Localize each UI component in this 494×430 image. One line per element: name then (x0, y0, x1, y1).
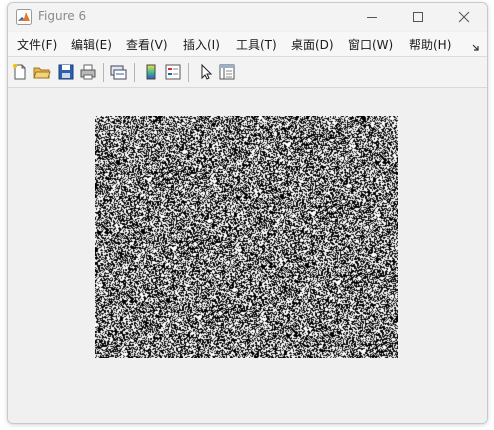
open-file-icon (33, 67, 51, 79)
print-icon (80, 64, 96, 80)
noise-image[interactable] (95, 116, 398, 358)
maximize-button[interactable] (395, 3, 441, 31)
minimize-icon (367, 17, 377, 18)
toolbar-separator (103, 63, 104, 82)
menu-desktop[interactable]: 桌面(D) (291, 36, 334, 53)
chevron-overflow-icon[interactable] (472, 39, 480, 58)
figure-window: Figure 6 文件(F) 编辑(E) 查看(V) 插入(I) 工具(T) 桌… (7, 2, 488, 424)
toolbar-separator (134, 63, 135, 82)
window-title: Figure 6 (38, 9, 87, 23)
figure-canvas[interactable] (8, 88, 487, 423)
figure-toolbar (8, 57, 487, 88)
minimize-button[interactable] (349, 3, 395, 31)
menu-tools[interactable]: 工具(T) (236, 36, 277, 53)
matlab-logo-icon (16, 9, 32, 25)
insert-colorbar-icon (146, 64, 156, 80)
close-button[interactable] (441, 3, 487, 31)
menu-insert[interactable]: 插入(I) (183, 36, 220, 53)
save-icon (58, 64, 74, 80)
toolbar-separator (188, 63, 189, 82)
menu-file[interactable]: 文件(F) (17, 36, 57, 53)
maximize-icon (413, 12, 423, 22)
insert-legend-button[interactable] (164, 63, 182, 81)
menu-window[interactable]: 窗口(W) (348, 36, 393, 53)
insert-colorbar-button[interactable] (142, 63, 160, 81)
edit-plot-button[interactable] (197, 63, 215, 81)
property-inspector-button[interactable] (218, 63, 236, 81)
link-plot-button[interactable] (109, 63, 127, 81)
open-file-button[interactable] (33, 63, 51, 81)
link-plot-icon (110, 65, 127, 80)
save-button[interactable] (57, 63, 75, 81)
menu-edit[interactable]: 编辑(E) (71, 36, 112, 53)
menu-bar: 文件(F) 编辑(E) 查看(V) 插入(I) 工具(T) 桌面(D) 窗口(W… (8, 32, 487, 57)
new-figure-button[interactable] (11, 63, 29, 81)
edit-plot-pointer-icon (201, 63, 213, 80)
print-button[interactable] (79, 63, 97, 81)
new-figure-icon (13, 64, 26, 80)
menu-view[interactable]: 查看(V) (126, 36, 168, 53)
close-icon (458, 11, 470, 23)
title-bar[interactable]: Figure 6 (8, 3, 487, 31)
menu-help[interactable]: 帮助(H) (409, 36, 451, 53)
open-property-inspector-icon (219, 64, 235, 80)
insert-legend-icon (165, 64, 181, 80)
